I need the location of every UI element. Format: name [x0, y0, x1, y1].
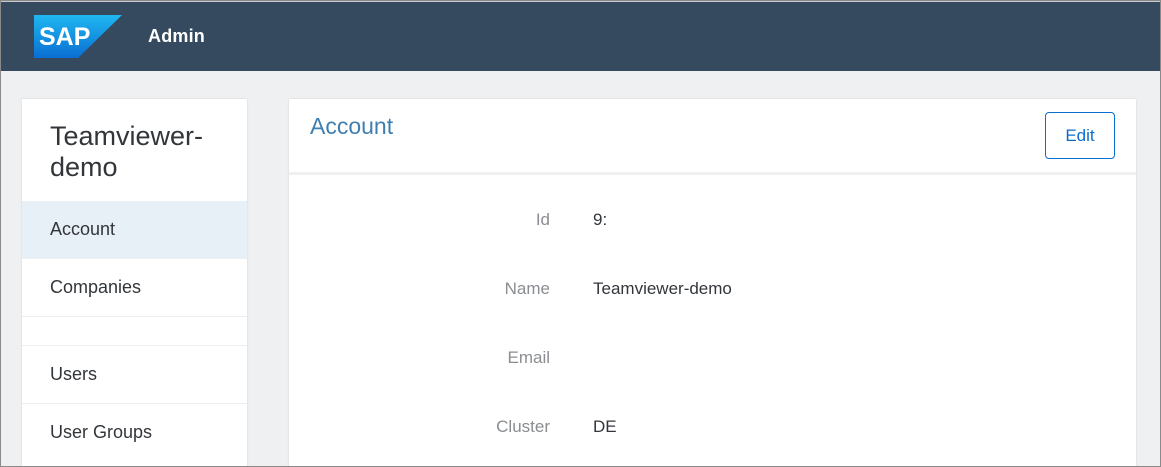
panel-title: Account — [310, 113, 394, 139]
field-value-id: 9: — [593, 210, 608, 229]
sidebar-item-user-groups[interactable]: User Groups — [22, 404, 247, 461]
nav-divider — [22, 316, 247, 317]
sidebar-item-label: User Groups — [50, 422, 153, 442]
field-label-email: Email — [507, 348, 550, 367]
field-value-cluster: DE — [593, 417, 617, 436]
sidenav-title: Teamviewer-demo — [50, 121, 204, 182]
account-panel: Account Edit Id 9: Name Teamviewer-demo … — [289, 99, 1136, 466]
field-label-name: Name — [504, 279, 550, 298]
shell-bar: SAP Admin — [1, 1, 1160, 71]
field-value-name: Teamviewer-demo — [593, 279, 732, 298]
sidebar-item-users[interactable]: Users — [22, 346, 247, 403]
sidebar-item-label: Companies — [50, 277, 142, 297]
sap-logo[interactable]: SAP — [34, 15, 122, 58]
app-title: Admin — [148, 26, 205, 46]
edit-button[interactable]: Edit — [1045, 112, 1115, 159]
field-label-cluster: Cluster — [496, 417, 550, 436]
logo-text: SAP — [39, 23, 90, 51]
field-label-id: Id — [535, 210, 550, 229]
sidebar-item-label: Users — [50, 364, 98, 384]
app-window: SAP Admin Teamviewer-demo Account Compan… — [0, 0, 1161, 467]
sidebar-item-companies[interactable]: Companies — [22, 259, 247, 316]
side-navigation: Teamviewer-demo Account Companies Users … — [22, 99, 247, 466]
sidebar-item-label: Account — [50, 219, 116, 239]
panel-header: Account Edit — [289, 99, 1136, 175]
sidebar-item-account[interactable]: Account — [22, 201, 247, 258]
